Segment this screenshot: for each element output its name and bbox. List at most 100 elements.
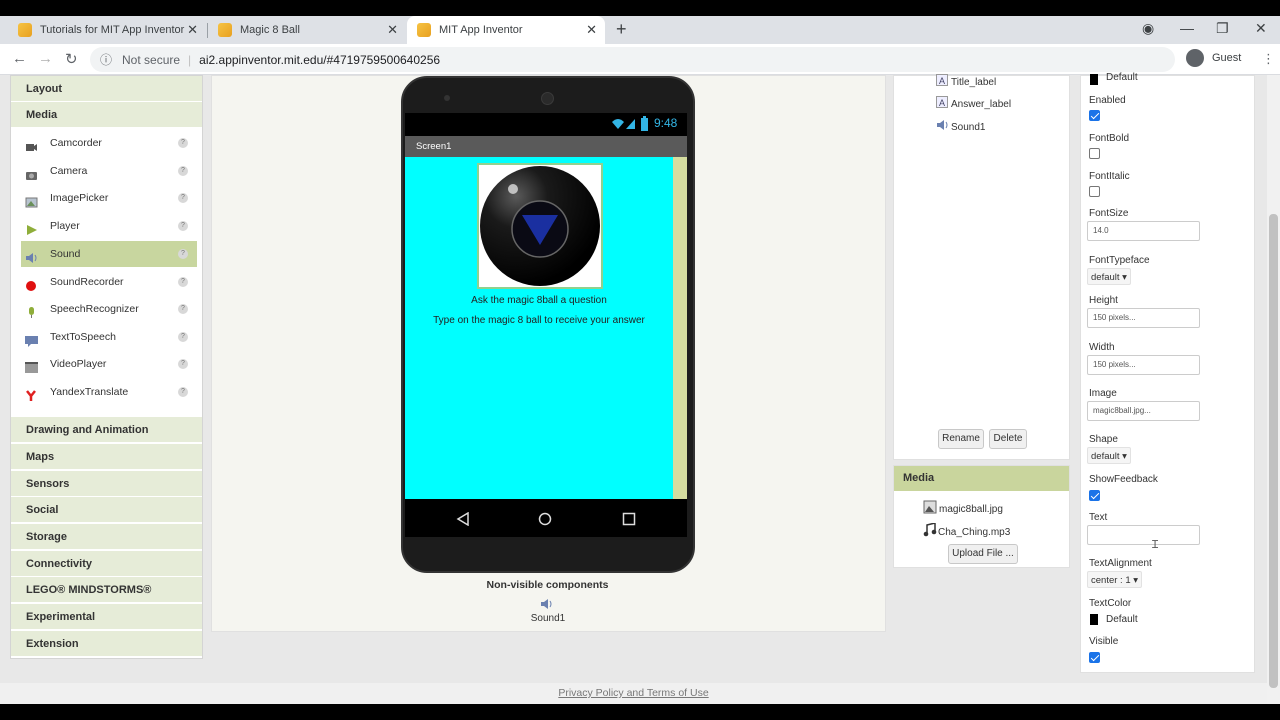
help-icon[interactable]: ? xyxy=(178,359,188,369)
help-icon[interactable]: ? xyxy=(178,332,188,342)
palette-item-player[interactable]: Player ? xyxy=(21,213,197,239)
browser-toolbar: ← → ↻ ⓘ Not secure | ai2.appinventor.mit… xyxy=(0,44,1280,75)
reload-icon[interactable]: ↻ xyxy=(65,50,78,68)
phone-nav-bar xyxy=(405,499,687,537)
help-icon[interactable]: ? xyxy=(178,193,188,203)
palette-item-camcorder[interactable]: Camcorder ? xyxy=(21,130,197,156)
component-answer-label[interactable]: Answer_label xyxy=(951,99,1011,110)
delete-button[interactable]: Delete xyxy=(989,429,1027,449)
media-file-magic8ball[interactable]: magic8ball.jpg xyxy=(939,504,1003,515)
help-icon[interactable]: ? xyxy=(178,249,188,259)
help-icon[interactable]: ? xyxy=(178,387,188,397)
palette-item-sound[interactable]: Sound ? xyxy=(21,241,197,267)
tab-mit-app-inventor[interactable]: MIT App Inventor ✕ xyxy=(407,16,605,44)
yandex-translate-icon xyxy=(25,386,37,401)
tab-tutorials[interactable]: Tutorials for MIT App Inventor ✕ xyxy=(8,16,206,44)
fontsize-input[interactable]: 14.0 xyxy=(1087,221,1200,241)
fonttypeface-select[interactable]: default ▾ xyxy=(1087,268,1131,285)
help-icon[interactable]: ? xyxy=(178,304,188,314)
not-secure-label: Not secure xyxy=(122,52,181,67)
component-sound1[interactable]: Sound1 xyxy=(951,122,985,133)
shape-select[interactable]: default ▾ xyxy=(1087,447,1131,464)
address-bar[interactable]: ⓘ Not secure | ai2.appinventor.mit.edu/#… xyxy=(90,47,1175,72)
nonvisible-components-title: Non-visible components xyxy=(486,579,609,591)
palette-section-media[interactable]: Media xyxy=(11,102,202,128)
palette-item-camera[interactable]: Camera ? xyxy=(21,158,197,184)
palette-item-soundrecorder[interactable]: SoundRecorder ? xyxy=(21,269,197,295)
maximize-icon[interactable]: ❐ xyxy=(1216,20,1229,37)
enabled-checkbox[interactable] xyxy=(1089,110,1100,121)
privacy-policy-link[interactable]: Privacy Policy and Terms of Use xyxy=(558,687,708,699)
tab-magic-8-ball[interactable]: Magic 8 Ball ✕ xyxy=(208,16,406,44)
textcolor-swatch[interactable] xyxy=(1090,614,1098,625)
magic-8-ball-image xyxy=(480,166,600,286)
background-color-swatch[interactable] xyxy=(1090,74,1098,85)
title-label[interactable]: Ask the magic 8ball a question xyxy=(405,295,673,306)
nonvisible-sound1[interactable]: Sound1 xyxy=(508,613,588,624)
showfeedback-label: ShowFeedback xyxy=(1089,474,1158,485)
help-icon[interactable]: ? xyxy=(178,166,188,176)
width-label: Width xyxy=(1089,342,1115,353)
browser-tab-bar: Tutorials for MIT App Inventor ✕ Magic 8… xyxy=(0,16,1280,44)
component-title-label[interactable]: Title_label xyxy=(951,77,996,88)
properties-panel: Default Enabled FontBold FontItalic Font… xyxy=(1080,72,1255,673)
textalignment-select[interactable]: center : 1 ▾ xyxy=(1087,571,1143,588)
palette-section-drawing[interactable]: Drawing and Animation xyxy=(11,417,202,443)
palette-section-lego[interactable]: LEGO® MINDSTORMS® xyxy=(11,577,202,603)
width-input[interactable]: 150 pixels... xyxy=(1087,355,1200,375)
magic-8-ball-button[interactable] xyxy=(477,163,603,289)
palette-section-maps[interactable]: Maps xyxy=(11,444,202,470)
palette-item-videoplayer[interactable]: VideoPlayer ? xyxy=(21,351,197,377)
url-text[interactable]: ai2.appinventor.mit.edu/#471975950064025… xyxy=(199,53,440,67)
sound-icon xyxy=(25,248,37,263)
help-icon[interactable]: ? xyxy=(178,277,188,287)
close-tab-icon[interactable]: ✕ xyxy=(387,22,398,38)
palette-section-connectivity[interactable]: Connectivity xyxy=(11,551,202,577)
palette-section-layout[interactable]: Layout xyxy=(11,76,202,102)
not-secure-icon[interactable]: ⓘ xyxy=(100,51,112,68)
palette-section-experimental[interactable]: Experimental xyxy=(11,604,202,630)
screen-title-bar: Screen1 xyxy=(405,136,687,157)
new-tab-button[interactable]: + xyxy=(616,19,627,40)
palette-item-yandextranslate[interactable]: YandexTranslate ? xyxy=(21,379,197,405)
browser-menu-icon[interactable]: ⋮ xyxy=(1262,51,1275,67)
minimize-icon[interactable]: — xyxy=(1180,20,1194,36)
profile-dropdown-icon[interactable]: ◉ xyxy=(1142,20,1154,37)
rename-button[interactable]: Rename xyxy=(938,429,984,449)
camcorder-icon xyxy=(25,137,37,151)
back-icon[interactable]: ← xyxy=(12,50,27,67)
palette-section-social[interactable]: Social xyxy=(11,497,202,523)
page-scrollbar-thumb[interactable] xyxy=(1269,214,1278,688)
palette-item-label: Sound xyxy=(50,248,81,260)
window-close-icon[interactable]: ✕ xyxy=(1255,20,1267,37)
text-input[interactable] xyxy=(1087,525,1200,545)
audio-file-icon xyxy=(923,523,937,537)
image-input[interactable]: magic8ball.jpg... xyxy=(1087,401,1200,421)
phone-status-bar: 9:48 xyxy=(405,113,687,136)
fontitalic-checkbox[interactable] xyxy=(1089,186,1100,197)
palette-section-extension[interactable]: Extension xyxy=(11,631,202,657)
textcolor-value[interactable]: Default xyxy=(1106,614,1138,625)
palette-section-storage[interactable]: Storage xyxy=(11,524,202,550)
palette-item-texttospeech[interactable]: TextToSpeech ? xyxy=(21,324,197,350)
forward-icon[interactable]: → xyxy=(38,50,53,67)
visible-label: Visible xyxy=(1089,636,1119,647)
showfeedback-checkbox[interactable] xyxy=(1089,490,1100,501)
upload-file-button[interactable]: Upload File ... xyxy=(948,544,1018,564)
text-label: Text xyxy=(1089,512,1108,523)
profile-button[interactable]: Guest xyxy=(1186,49,1241,67)
palette-section-sensors[interactable]: Sensors xyxy=(11,471,202,497)
help-icon[interactable]: ? xyxy=(178,221,188,231)
visible-checkbox[interactable] xyxy=(1089,652,1100,663)
close-tab-icon[interactable]: ✕ xyxy=(187,22,198,38)
background-color-value[interactable]: Default xyxy=(1106,72,1138,83)
answer-label[interactable]: Type on the magic 8 ball to receive your… xyxy=(405,315,673,326)
palette-item-imagepicker[interactable]: ImagePicker ? xyxy=(21,185,197,211)
palette-item-speechrecognizer[interactable]: SpeechRecognizer ? xyxy=(21,296,197,322)
close-tab-icon[interactable]: ✕ xyxy=(586,22,597,38)
fontbold-checkbox[interactable] xyxy=(1089,148,1100,159)
textalignment-label: TextAlignment xyxy=(1089,558,1152,569)
help-icon[interactable]: ? xyxy=(178,138,188,148)
media-file-cha-ching[interactable]: Cha_Ching.mp3 xyxy=(938,527,1010,538)
height-input[interactable]: 150 pixels... xyxy=(1087,308,1200,328)
